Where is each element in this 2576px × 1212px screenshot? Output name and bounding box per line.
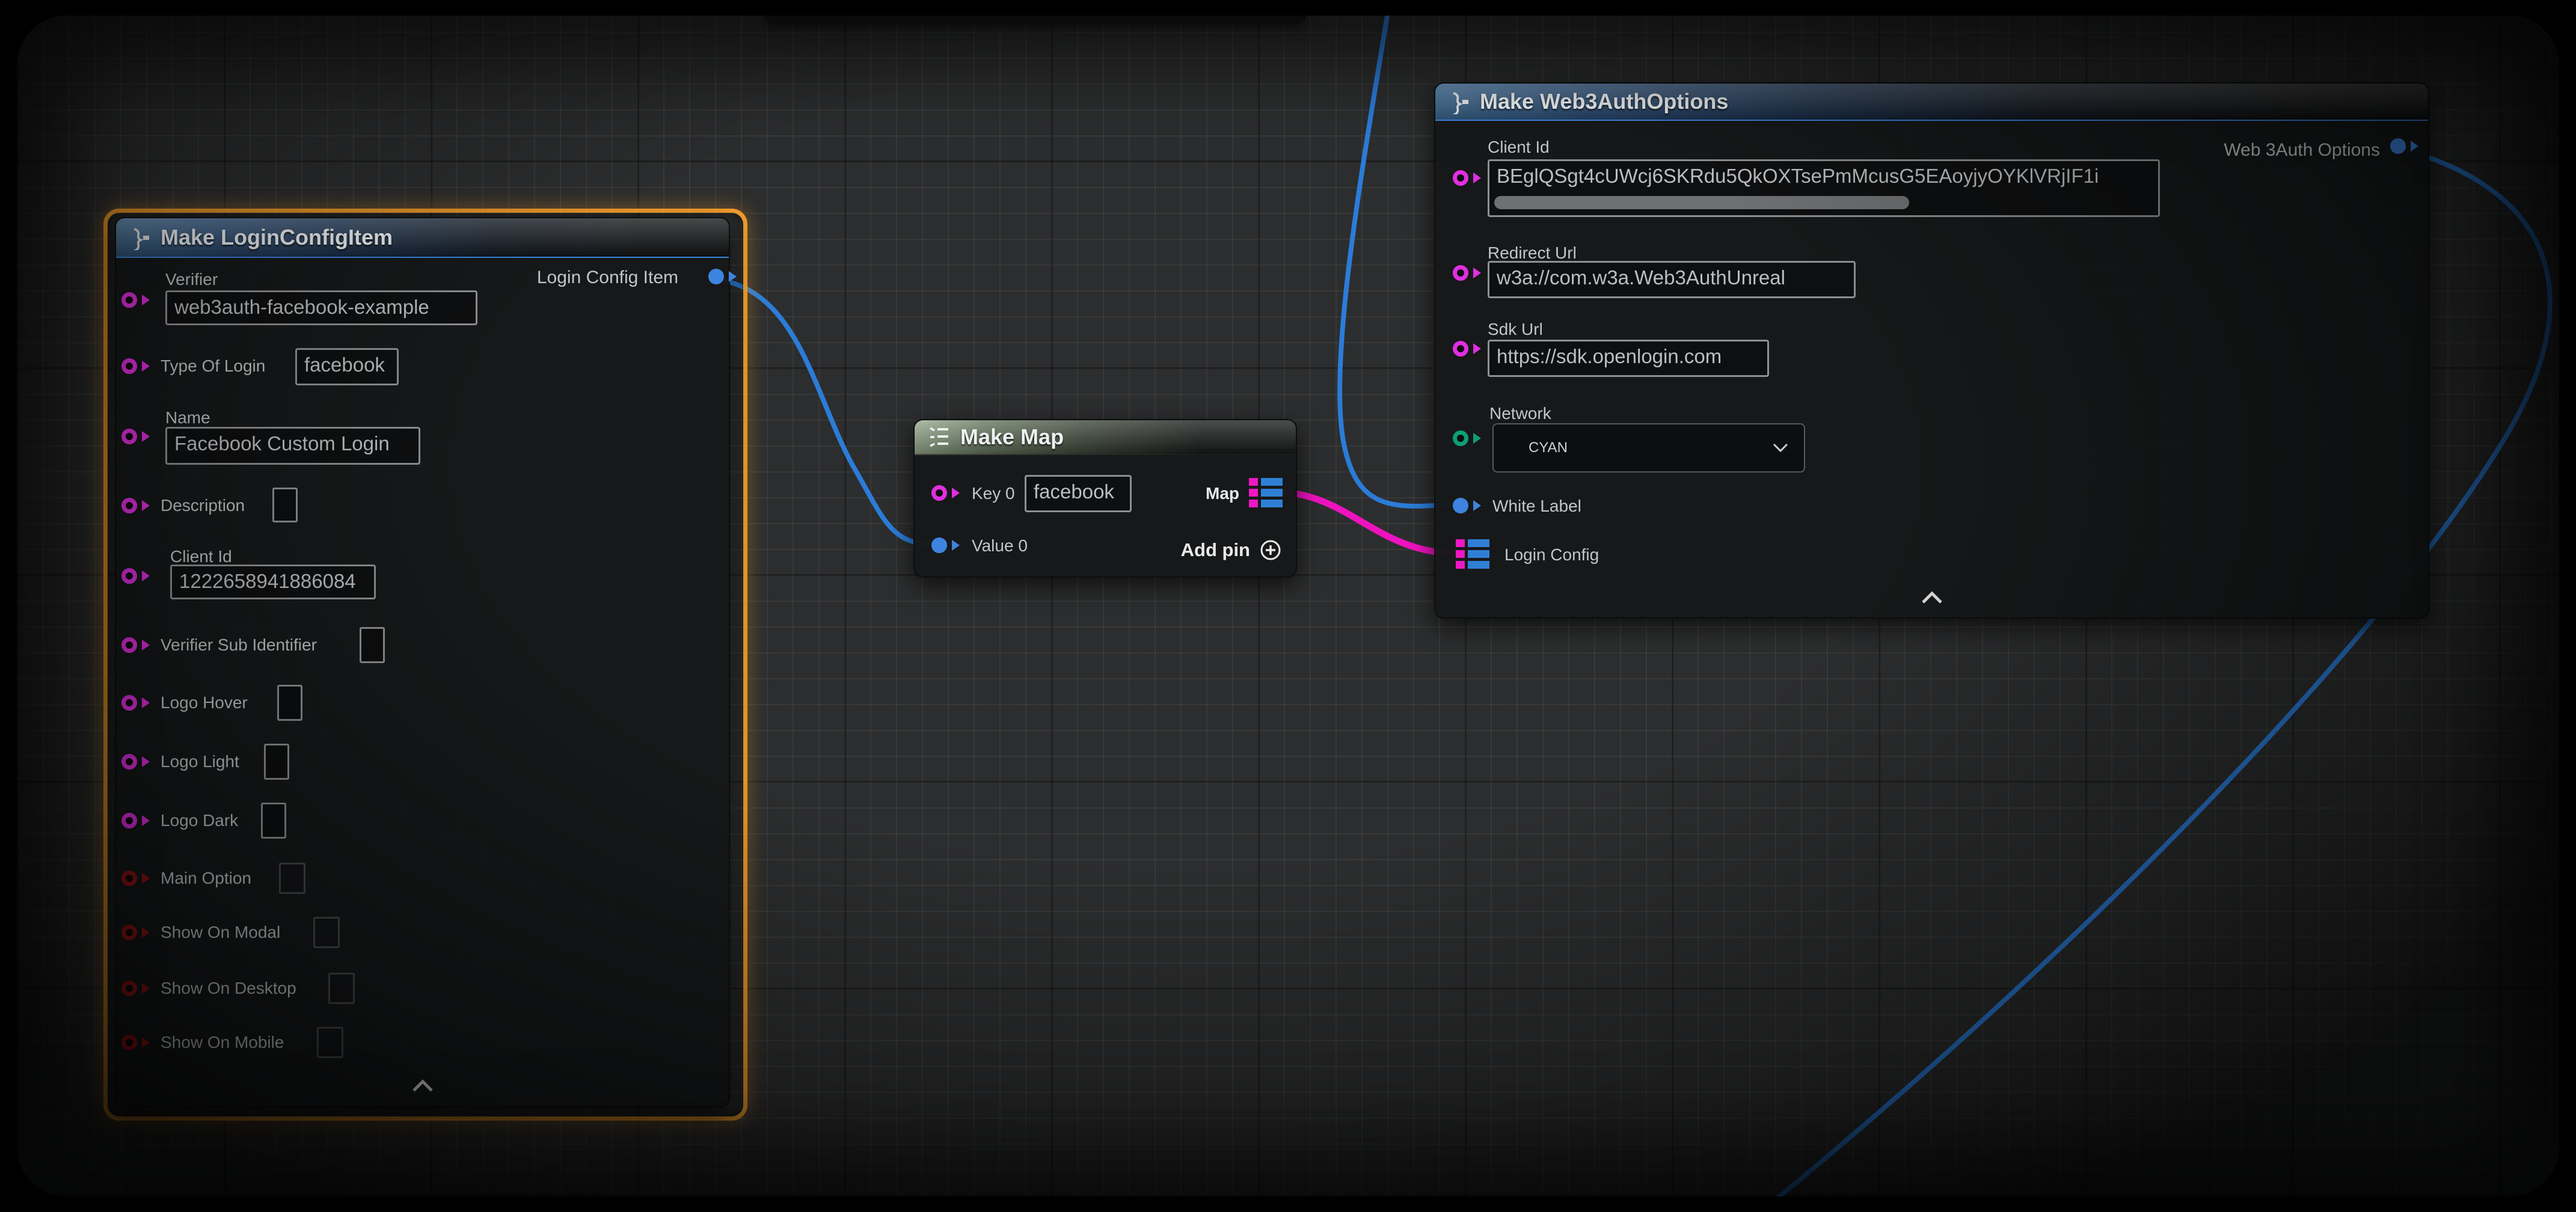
pin-label-name: Name (165, 408, 210, 427)
key0-input[interactable]: facebook (1025, 475, 1132, 512)
pin-verifier-sub-identifier[interactable] (121, 637, 137, 653)
type-of-login-input[interactable]: facebook (295, 348, 399, 385)
logo-light-input[interactable] (264, 744, 289, 780)
pin-client-id[interactable] (121, 568, 137, 584)
pin-sdk-url[interactable] (1453, 341, 1468, 357)
pin-label-description: Description (161, 496, 245, 515)
pin-label-verifier-sub-identifier: Verifier Sub Identifier (161, 635, 317, 655)
network-dropdown[interactable]: CYAN (1492, 423, 1805, 473)
node-title: Make Map (960, 424, 1064, 450)
pin-logo-light[interactable] (121, 754, 137, 770)
add-pin-plus-icon (1259, 538, 1283, 562)
pin-label-show-on-desktop: Show On Desktop (161, 979, 296, 998)
node-header-make-web3authoptions[interactable]: Make Web3AuthOptions (1435, 84, 2428, 121)
node-make-web3authoptions[interactable]: Make Web3AuthOptions Web 3Auth Options C… (1434, 82, 2429, 619)
sdk-url-input[interactable]: https://sdk.openlogin.com (1488, 340, 1769, 377)
add-pin-label: Add pin (1181, 539, 1250, 561)
pin-login-config[interactable] (1456, 539, 1489, 569)
add-pin-button[interactable]: Add pin (1181, 538, 1283, 562)
show-on-desktop-checkbox[interactable] (328, 973, 355, 1004)
make-struct-icon (1446, 89, 1471, 114)
pin-client-id[interactable] (1453, 170, 1468, 186)
main-option-checkbox[interactable] (279, 863, 305, 894)
pin-label-key0: Key 0 (972, 484, 1015, 503)
pin-label-client-id: Client Id (1488, 138, 1550, 157)
pin-label-client-id: Client Id (170, 547, 232, 566)
pin-key0[interactable] (931, 485, 947, 501)
show-on-mobile-checkbox[interactable] (317, 1027, 343, 1058)
pin-logo-hover[interactable] (121, 695, 137, 711)
pin-out-map[interactable] (1249, 478, 1283, 508)
wire-map-to-login-config[interactable] (1280, 492, 1460, 554)
pin-label-web3auth-options: Web 3Auth Options (2175, 140, 2380, 161)
pin-label-sdk-url: Sdk Url (1488, 320, 1543, 339)
offscreen-node-bottom-edge[interactable] (764, 16, 1306, 24)
pin-label-show-on-modal: Show On Modal (161, 923, 280, 942)
node-make-map[interactable]: Make Map Key 0 facebook Map Value 0 Add … (913, 419, 1297, 578)
pin-label-value0: Value 0 (972, 536, 1028, 556)
make-map-icon (925, 425, 952, 449)
pin-label-login-config-item: Login Config Item (498, 268, 678, 288)
pin-label-logo-hover: Logo Hover (161, 693, 248, 712)
blueprint-graph-canvas[interactable]: Make LoginConfigItem Login Config Item V… (17, 16, 2559, 1196)
pin-show-on-modal[interactable] (121, 925, 137, 940)
verifier-sub-identifier-input[interactable] (360, 627, 385, 663)
pin-label-map: Map (1149, 484, 1239, 503)
pin-label-type-of-login: Type Of Login (161, 357, 265, 376)
node-header-make-map[interactable]: Make Map (915, 420, 1296, 455)
client-id-value: BEglQSgt4cUWcj6SKRdu5QkOXTsePmMcusG5EAoy… (1497, 165, 2099, 187)
make-struct-icon (127, 225, 152, 250)
pin-label-redirect-url: Redirect Url (1488, 243, 1577, 263)
node-header-make-loginconfigitem[interactable]: Make LoginConfigItem (116, 218, 729, 258)
logo-dark-input[interactable] (261, 803, 286, 839)
pin-logo-dark[interactable] (121, 813, 137, 828)
pin-show-on-mobile[interactable] (121, 1035, 137, 1050)
client-id-scrollbar[interactable] (1494, 196, 1909, 209)
pin-label-show-on-mobile: Show On Mobile (161, 1033, 284, 1052)
chevron-down-icon (1773, 443, 1788, 453)
pin-label-network: Network (1489, 404, 1551, 423)
collapse-arrow[interactable] (412, 1079, 434, 1092)
pin-show-on-desktop[interactable] (121, 981, 137, 996)
blueprint-editor: Make LoginConfigItem Login Config Item V… (0, 0, 2576, 1212)
pin-network[interactable] (1453, 430, 1468, 446)
pin-label-logo-light: Logo Light (161, 752, 239, 771)
pin-out-web3auth-options[interactable] (2390, 138, 2406, 154)
logo-hover-input[interactable] (277, 685, 302, 721)
show-on-modal-checkbox[interactable] (313, 917, 340, 948)
pin-label-logo-dark: Logo Dark (161, 811, 238, 830)
pin-description[interactable] (121, 498, 137, 513)
network-selected-value: CYAN (1529, 439, 1568, 456)
pin-label-verifier: Verifier (165, 270, 218, 289)
client-id-input[interactable]: 1222658941886084 (170, 565, 376, 599)
pin-out-login-config-item[interactable] (708, 269, 724, 284)
pin-type-of-login[interactable] (121, 358, 137, 374)
pin-redirect-url[interactable] (1453, 265, 1468, 281)
pin-verifier[interactable] (121, 292, 137, 308)
redirect-url-input[interactable]: w3a://com.w3a.Web3AuthUnreal (1488, 261, 1856, 298)
pin-name[interactable] (121, 429, 137, 444)
name-input[interactable]: Facebook Custom Login (165, 427, 420, 465)
pin-white-label[interactable] (1453, 498, 1468, 513)
pin-main-option[interactable] (121, 871, 137, 886)
pin-label-white-label: White Label (1492, 497, 1581, 516)
collapse-arrow[interactable] (1921, 591, 1943, 604)
pin-label-main-option: Main Option (161, 869, 251, 888)
node-title: Make Web3AuthOptions (1480, 89, 1728, 114)
pin-value0[interactable] (931, 537, 947, 553)
node-title: Make LoginConfigItem (161, 225, 393, 250)
client-id-input[interactable]: BEglQSgt4cUWcj6SKRdu5QkOXTsePmMcusG5EAoy… (1488, 159, 2160, 217)
description-input[interactable] (272, 488, 298, 522)
verifier-input[interactable]: web3auth-facebook-example (165, 290, 477, 325)
pin-label-login-config: Login Config (1504, 545, 1599, 565)
node-make-loginconfigitem[interactable]: Make LoginConfigItem Login Config Item V… (115, 217, 730, 1107)
